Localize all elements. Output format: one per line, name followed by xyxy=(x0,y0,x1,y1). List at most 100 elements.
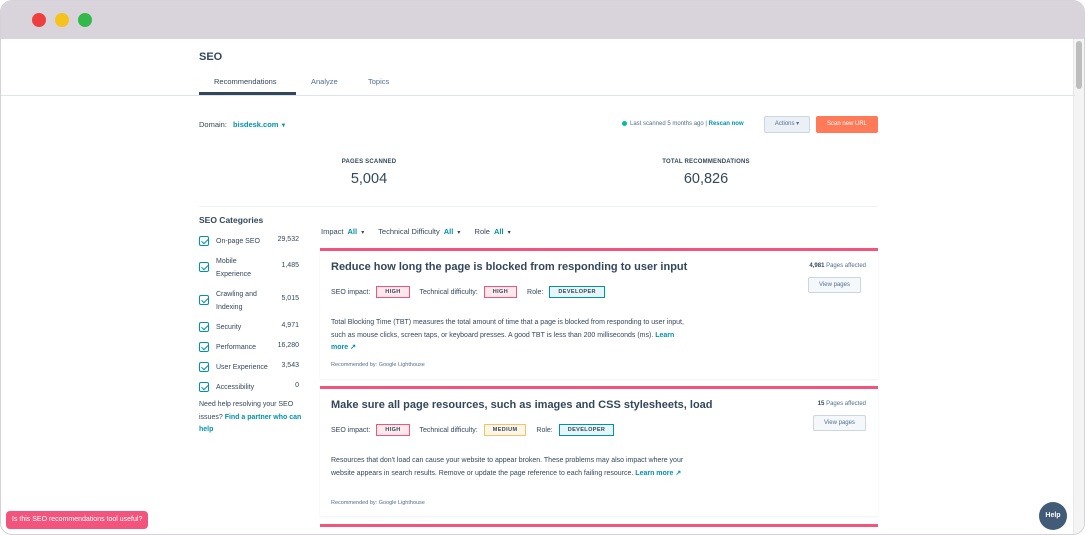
filter-technical-difficulty[interactable]: Technical Difficulty All ▾ xyxy=(378,227,460,236)
filter-value: All xyxy=(493,227,504,236)
filter-impact[interactable]: Impact All ▾ xyxy=(321,227,364,236)
recommended-by: Recommended by: Google Lighthouse xyxy=(331,362,425,368)
role-badge: DEVELOPER xyxy=(549,286,605,298)
tab-analyze[interactable]: Analyze xyxy=(311,77,338,86)
window-titlebar xyxy=(1,1,1084,39)
filter-label: Role xyxy=(474,227,490,236)
close-window-button[interactable] xyxy=(32,13,46,27)
domain-value: bisdesk.com xyxy=(233,120,279,129)
chevron-down-icon: ▼ xyxy=(280,123,287,129)
help-button[interactable]: Help xyxy=(1039,502,1067,530)
status-dot-icon xyxy=(622,121,627,126)
learn-more-label: Learn more xyxy=(635,469,674,477)
chevron-down-icon: ▾ xyxy=(507,230,511,236)
seo-categories-title: SEO Categories xyxy=(199,215,264,225)
description-text: Total Blocking Time (TBT) measures the t… xyxy=(331,319,684,339)
category-count: 3,543 xyxy=(281,362,299,369)
scan-new-url-button[interactable]: Scan new URL xyxy=(816,116,878,133)
category-label: Performance xyxy=(216,344,257,351)
seo-impact-label: SEO impact: xyxy=(331,426,371,434)
external-link-icon: ↗ xyxy=(350,344,356,351)
actions-label: Actions xyxy=(774,121,795,127)
pages-affected-count: 15 xyxy=(817,401,825,407)
category-mobile-experience[interactable]: Mobile Experience 1,485 xyxy=(199,256,299,281)
view-pages-button[interactable]: View pages xyxy=(808,277,861,293)
category-count: 4,971 xyxy=(281,322,299,329)
minimize-window-button[interactable] xyxy=(55,13,69,27)
chevron-down-icon: ▾ xyxy=(796,121,800,127)
checkbox-checked-icon[interactable] xyxy=(199,342,209,352)
category-count: 0 xyxy=(295,382,299,389)
recommendation-card: Reduce how long the page is blocked from… xyxy=(320,248,878,379)
tab-topics[interactable]: Topics xyxy=(368,77,389,86)
seo-impact-label: SEO impact: xyxy=(331,288,371,296)
recommendation-card: Make sure all page resources, such as im… xyxy=(320,386,878,516)
total-recommendations-value: 60,826 xyxy=(683,171,729,187)
status-separator: | xyxy=(705,121,707,128)
maximize-window-button[interactable] xyxy=(78,13,92,27)
actions-button[interactable]: Actions ▾ xyxy=(764,116,810,133)
category-on-page-seo[interactable]: On-page SEO 29,532 xyxy=(199,236,299,248)
chevron-down-icon: ▾ xyxy=(361,230,365,236)
category-label: Mobile Experience xyxy=(216,258,252,278)
page-header: SEO Recommendations Analyze Topics xyxy=(1,39,1075,96)
page-title: SEO xyxy=(199,51,223,63)
rescan-link[interactable]: Rescan now xyxy=(709,121,744,127)
category-label: Security xyxy=(216,324,242,331)
tab-recommendations[interactable]: Recommendations xyxy=(214,77,277,86)
active-tab-indicator xyxy=(199,92,296,95)
checkbox-checked-icon[interactable] xyxy=(199,295,209,305)
checkbox-checked-icon[interactable] xyxy=(199,362,209,372)
pages-affected-count: 4,981 xyxy=(809,263,825,269)
category-label: Accessibility xyxy=(216,384,255,391)
scan-status: Last scanned 5 months ago | Rescan now xyxy=(622,121,744,127)
category-count: 1,485 xyxy=(281,262,299,269)
pages-affected: 15 Pages affected xyxy=(818,401,866,407)
difficulty-badge: MEDIUM xyxy=(483,424,527,436)
recommended-by: Recommended by: Google Lighthouse xyxy=(331,500,425,506)
checkbox-checked-icon[interactable] xyxy=(199,262,209,272)
difficulty-badge: HIGH xyxy=(483,286,518,298)
recommendation-title: Make sure all page resources, such as im… xyxy=(331,399,713,411)
next-recommendation-card-edge xyxy=(320,524,878,527)
category-crawling-and-indexing[interactable]: Crawling and Indexing 5,015 xyxy=(199,289,299,314)
filter-bar: Impact All ▾ Technical Difficulty All ▾ Ro… xyxy=(321,227,523,236)
page-scrollbar[interactable] xyxy=(1073,39,1084,534)
pages-scanned-label: PAGES SCANNED xyxy=(341,159,397,165)
partner-help-text: Need help resolving your SEO issues? Fin… xyxy=(199,399,307,437)
role-label: Role: xyxy=(527,288,544,296)
filter-role[interactable]: Role All ▾ xyxy=(475,227,511,236)
category-count: 16,280 xyxy=(277,342,299,349)
last-scanned-text: Last scanned 5 months ago xyxy=(630,121,704,128)
category-accessibility[interactable]: Accessibility 0 xyxy=(199,382,299,394)
feedback-button[interactable]: Is this SEO recommendations tool useful? xyxy=(6,511,149,529)
view-pages-button[interactable]: View pages xyxy=(813,415,866,431)
recommendation-title: Reduce how long the page is blocked from… xyxy=(331,261,688,273)
category-performance[interactable]: Performance 16,280 xyxy=(199,342,299,354)
filter-value: All xyxy=(443,227,454,236)
difficulty-label: Technical difficulty: xyxy=(419,288,478,296)
checkbox-checked-icon[interactable] xyxy=(199,382,209,392)
domain-dropdown[interactable]: bisdesk.com ▼ xyxy=(233,120,286,129)
category-count: 5,015 xyxy=(281,295,299,302)
filter-value: All xyxy=(347,227,358,236)
category-user-experience[interactable]: User Experience 3,543 xyxy=(199,362,299,374)
category-label: Crawling and Indexing xyxy=(216,291,257,311)
scrollbar-thumb[interactable] xyxy=(1076,41,1082,89)
seo-impact-badge: HIGH xyxy=(376,424,410,436)
recommendation-meta: SEO impact: HIGH Technical difficulty: MED… xyxy=(331,424,622,436)
checkbox-checked-icon[interactable] xyxy=(199,236,209,246)
category-label: User Experience xyxy=(216,364,268,371)
description-text: Resources that don't load can cause your… xyxy=(331,457,684,477)
recommendation-meta: SEO impact: HIGH Technical difficulty: HIG… xyxy=(331,286,613,298)
difficulty-label: Technical difficulty: xyxy=(419,426,478,434)
filter-label: Impact xyxy=(321,227,344,236)
pages-affected-label: Pages affected xyxy=(826,401,866,407)
pages-scanned-value: 5,004 xyxy=(350,171,388,187)
learn-more-link[interactable]: Learn more ↗ xyxy=(635,470,681,477)
pages-affected-label: Pages affected xyxy=(826,263,866,269)
checkbox-checked-icon[interactable] xyxy=(199,322,209,332)
category-security[interactable]: Security 4,971 xyxy=(199,322,299,334)
pages-affected: 4,981 Pages affected xyxy=(809,263,866,269)
role-badge: DEVELOPER xyxy=(558,424,615,436)
